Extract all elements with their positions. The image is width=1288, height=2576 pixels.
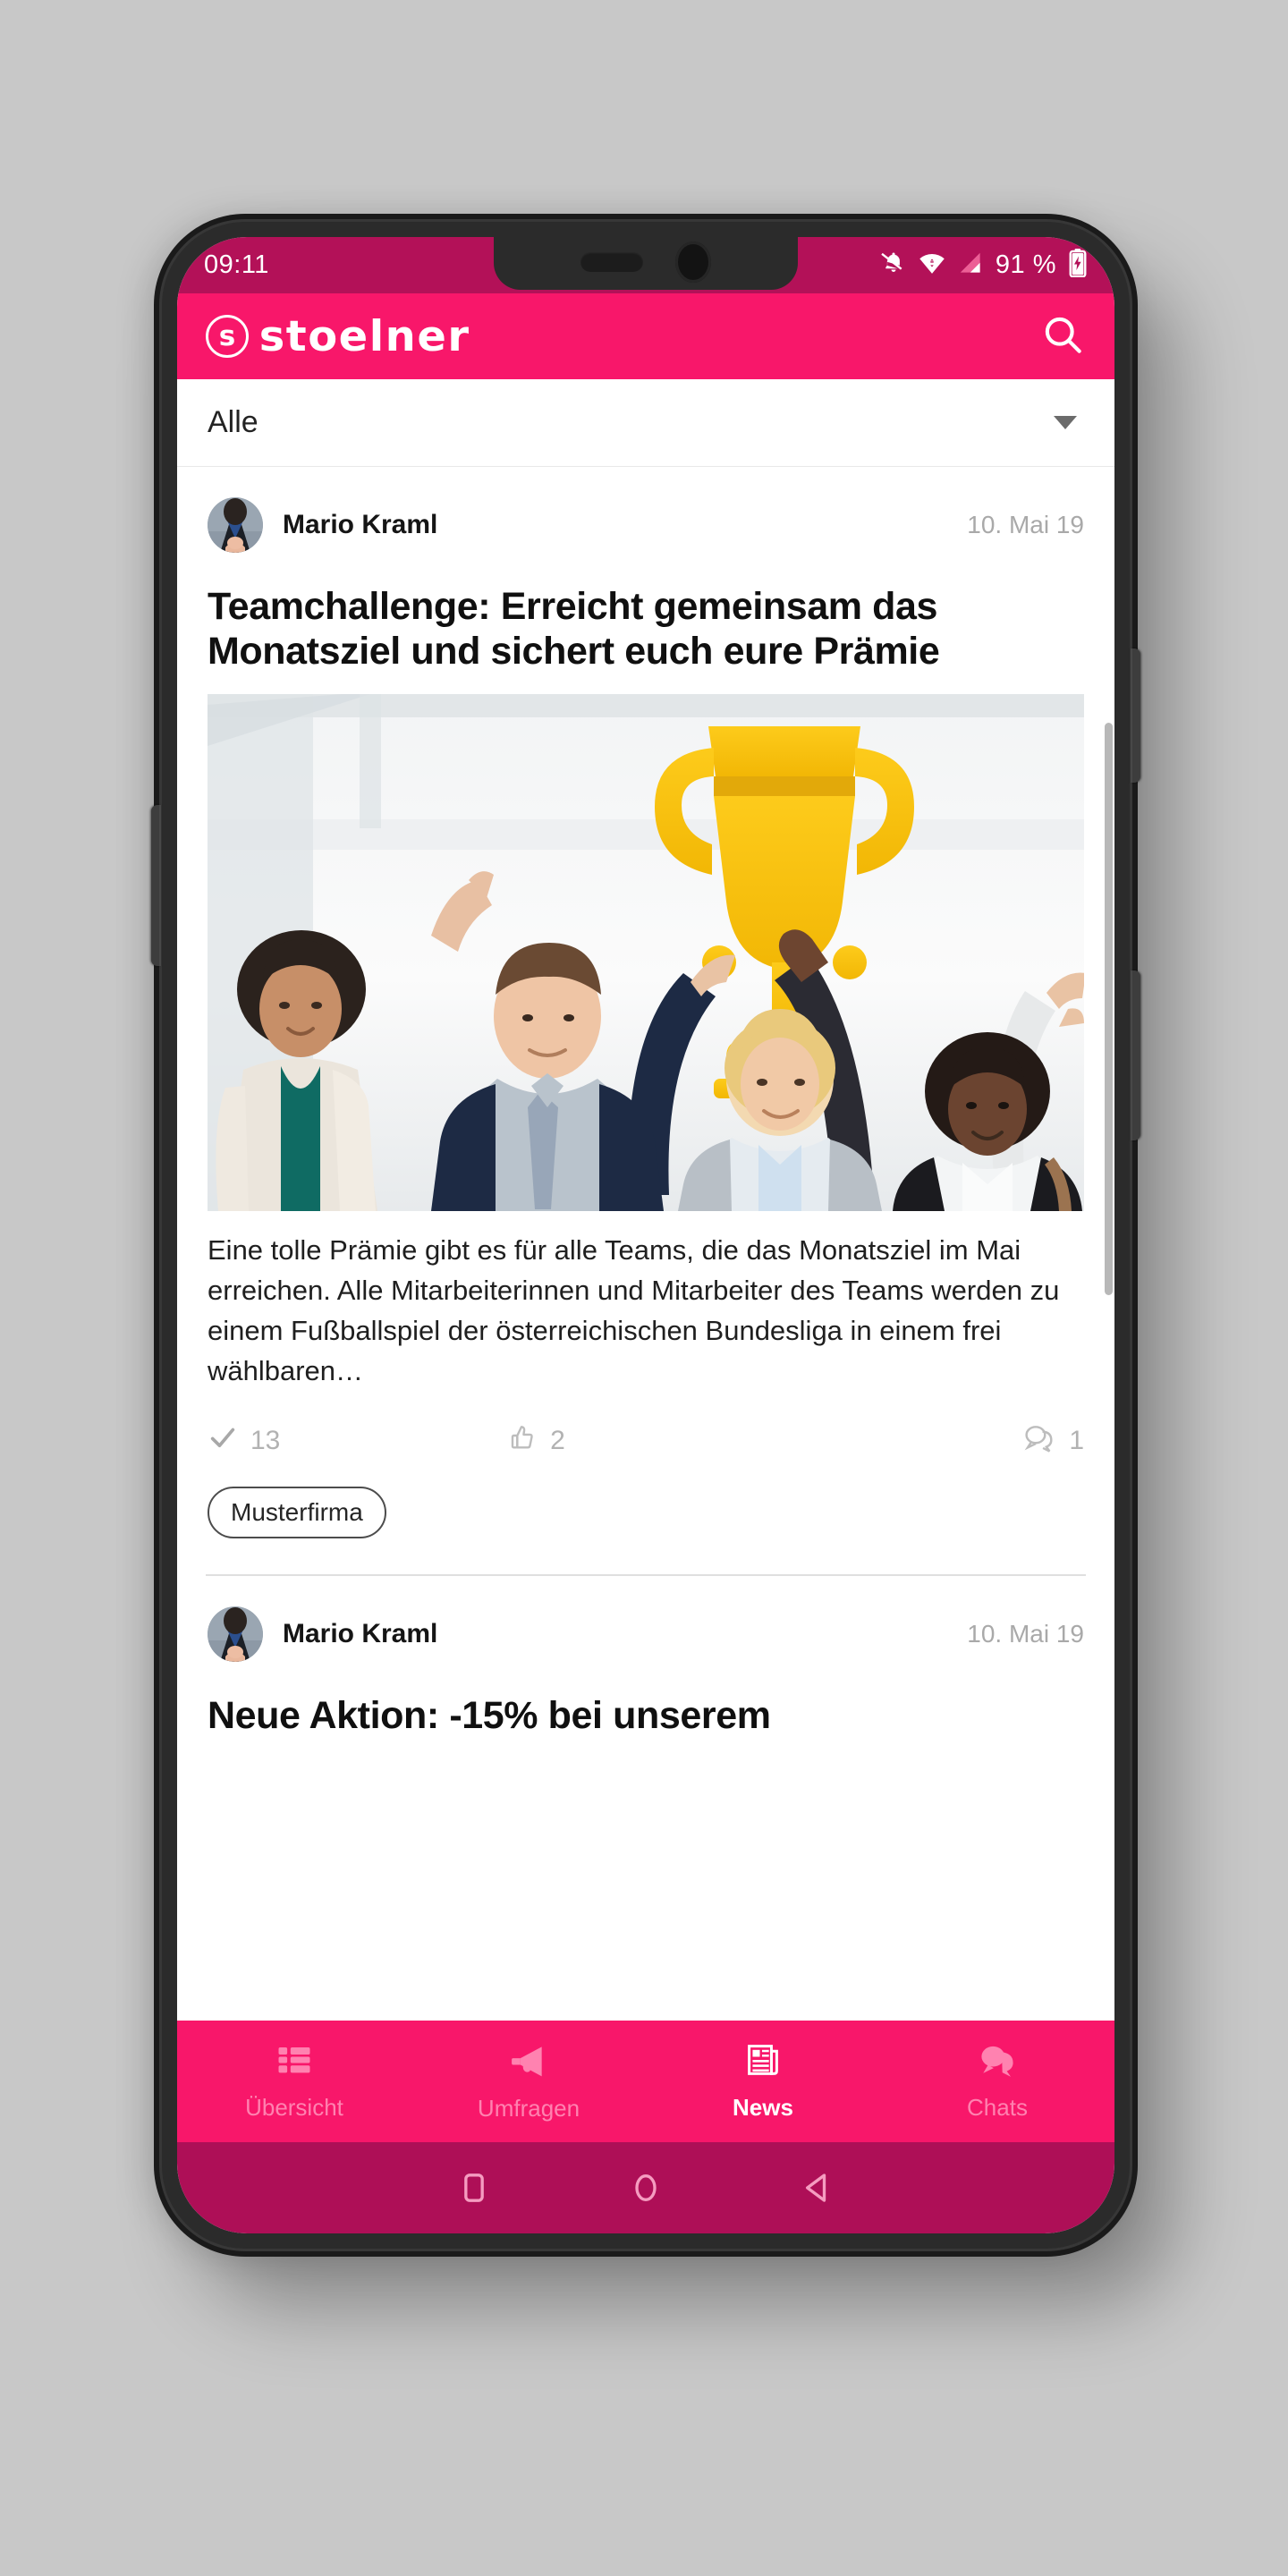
back-button[interactable] (800, 2170, 835, 2206)
news-feed[interactable]: Mario Kraml 10. Mai 19 Teamchallenge: Er… (177, 467, 1114, 2021)
status-clock: 09:11 (204, 250, 269, 279)
status-icon-group: 91 % (880, 249, 1088, 282)
comments-count: 1 (1069, 1425, 1084, 1455)
search-button[interactable] (1039, 311, 1086, 362)
post-tags: Musterfirma (208, 1460, 1084, 1538)
nav-label-chats: Chats (967, 2094, 1028, 2121)
newspaper-icon (744, 2041, 782, 2083)
list-grid-icon (275, 2041, 313, 2083)
battery-charging-icon (1068, 249, 1088, 282)
nav-item-umfragen[interactable]: Umfragen (411, 2021, 646, 2142)
power-button[interactable] (1131, 648, 1140, 783)
nav-item-chats[interactable]: Chats (880, 2021, 1114, 2142)
assistant-button[interactable] (151, 805, 161, 966)
comment-icon (1022, 1422, 1056, 1460)
post-header: Mario Kraml 10. Mai 19 (208, 467, 1084, 564)
nav-label-uebersicht: Übersicht (245, 2094, 343, 2121)
post-likes[interactable]: 2 (509, 1423, 565, 1459)
feed-post[interactable]: Mario Kraml 10. Mai 19 Teamchallenge: Er… (177, 467, 1114, 1538)
post-body: Eine tolle Prämie gibt es für alle Teams… (208, 1233, 1060, 1386)
notifications-off-icon (880, 250, 907, 281)
phone-frame: 09:11 91 % s stoelner Alle Mario Kraml 1… (151, 219, 1140, 2251)
nav-label-umfragen: Umfragen (477, 2095, 580, 2122)
feed-filter-dropdown[interactable]: Alle (177, 379, 1114, 467)
signal-icon (957, 250, 984, 281)
wifi-icon (919, 250, 945, 281)
nav-item-news[interactable]: News (646, 2021, 880, 2142)
chevron-down-icon (1054, 416, 1077, 429)
brand-wordmark: stoelner (258, 311, 470, 361)
logo-mark-icon: s (206, 315, 249, 358)
status-bar: 09:11 91 % (177, 237, 1114, 293)
post-confirmations[interactable]: 13 (208, 1422, 280, 1460)
brand-logo[interactable]: s stoelner (206, 311, 470, 361)
avatar[interactable] (208, 1606, 263, 1662)
confirmations-count: 13 (250, 1425, 281, 1455)
earpiece-speaker (580, 251, 643, 272)
recents-button[interactable] (456, 2170, 492, 2206)
bottom-navigation: Übersicht Umfragen News Chats (177, 2021, 1114, 2142)
home-button[interactable] (628, 2170, 664, 2206)
search-icon (1039, 311, 1086, 362)
front-camera (675, 241, 711, 283)
megaphone-icon (509, 2040, 548, 2084)
avatar[interactable] (208, 497, 263, 553)
post-author: Mario Kraml (283, 510, 438, 539)
phone-screen: 09:11 91 % s stoelner Alle Mario Kraml 1… (177, 237, 1114, 2233)
nav-item-uebersicht[interactable]: Übersicht (177, 2021, 411, 2142)
volume-button[interactable] (1131, 970, 1140, 1140)
post-header: Mario Kraml 10. Mai 19 (208, 1576, 1084, 1673)
post-stats: 13 2 1 (208, 1392, 1084, 1460)
thumbs-up-icon (509, 1423, 538, 1459)
post-comments[interactable]: 1 (1022, 1422, 1084, 1460)
likes-count: 2 (550, 1425, 565, 1455)
battery-percent-label: 91 % (995, 250, 1056, 279)
post-hero-image[interactable] (208, 693, 1084, 1211)
post-title: Neue Aktion: -15% bei unserem (208, 1693, 771, 1737)
post-title: Teamchallenge: Erreicht gemeinsam das Mo… (208, 585, 940, 673)
company-tag-chip[interactable]: Musterfirma (208, 1486, 386, 1538)
post-date: 10. Mai 19 (967, 1619, 1084, 1648)
feed-filter-value: Alle (208, 405, 258, 439)
post-date: 10. Mai 19 (967, 511, 1084, 538)
feed-post[interactable]: Mario Kraml 10. Mai 19 Neue Aktion: -15%… (177, 1576, 1114, 1758)
feed-scrollbar[interactable] (1105, 467, 1114, 2021)
display-notch (494, 237, 798, 290)
scrollbar-thumb[interactable] (1105, 723, 1113, 1295)
chat-bubbles-icon (978, 2041, 1017, 2083)
android-navigation-bar (177, 2142, 1114, 2233)
post-author: Mario Kraml (283, 1618, 438, 1648)
nav-label-news: News (733, 2094, 793, 2121)
app-header: s stoelner (177, 293, 1114, 379)
check-icon (208, 1422, 238, 1460)
